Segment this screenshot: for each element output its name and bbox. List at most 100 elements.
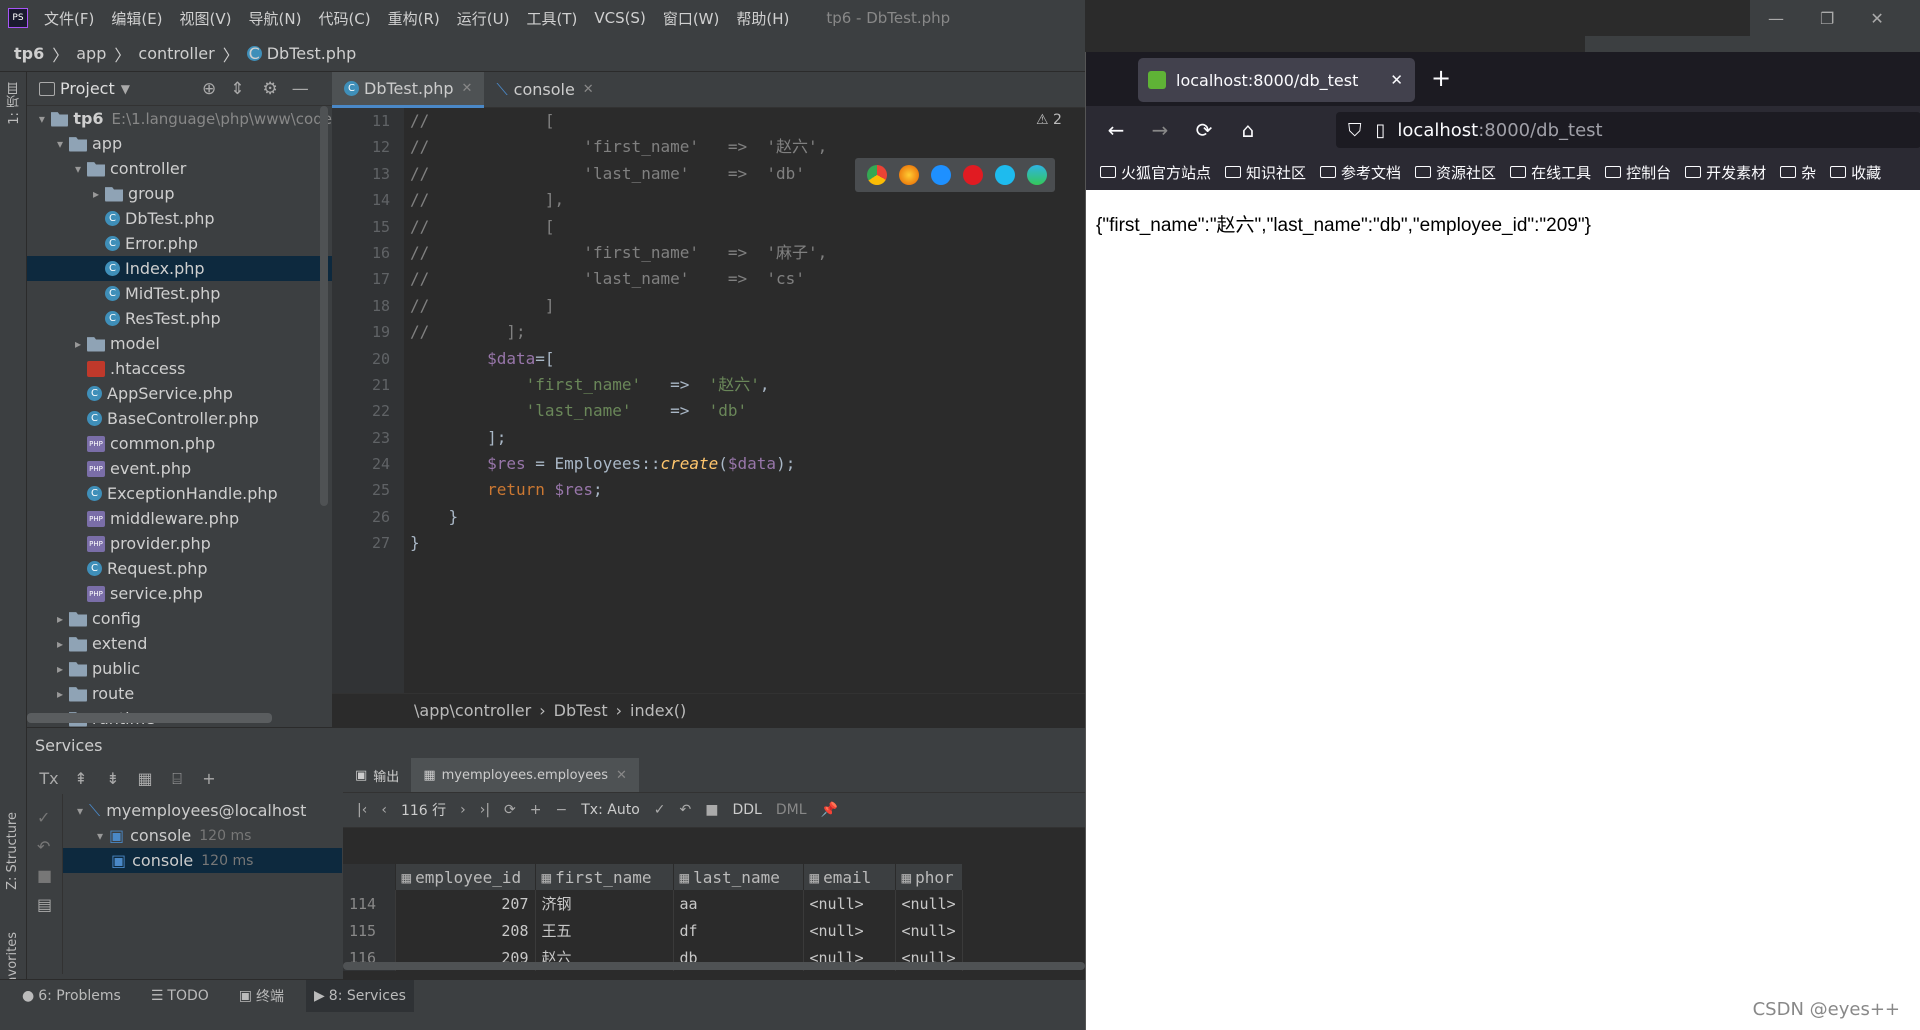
code-editor[interactable]: 11 12 13 14 15 16 17 18 19 20 21 22 23 24 25 26 27 // [/… [332,108,1085,693]
tree-node[interactable]: C ExceptionHandle.php [27,481,332,506]
result-grid[interactable]: ▦ employee_id ▦ first_name ▦ last_name ▦ email ▦… [343,864,963,971]
tab-console[interactable]: ⟍ console ✕ [484,72,605,108]
hide-icon[interactable]: — [292,79,309,99]
warning-count[interactable]: ⚠ 2 [1036,112,1062,128]
tree-node[interactable]: ▾ controller [27,156,332,181]
column-header[interactable]: ▦ employee_id [395,864,536,890]
tree-node[interactable]: C DbTest.php [27,206,332,231]
bookmark[interactable]: 资源社区 [1415,162,1496,183]
chevron-down-icon[interactable]: ▾ [91,829,109,843]
filter-icon[interactable]: ⌸ [167,769,187,789]
collapse-all-icon[interactable]: ⇟ [103,769,123,789]
edge-icon[interactable] [1027,165,1047,185]
stop-icon[interactable]: ■ [705,802,718,818]
undo-icon[interactable]: ↶ [37,837,62,856]
table-cell[interactable]: 208 [395,917,536,944]
table-row[interactable]: 115 208 王五 df <null> <null> [343,917,963,944]
menu-item[interactable]: 代码(C) [318,8,370,29]
bookmark[interactable]: 在线工具 [1510,162,1591,183]
column-header[interactable]: ▦ phor [895,864,963,890]
code-line[interactable]: $data=[ [410,346,827,372]
bc-method[interactable]: index() [630,701,686,720]
grid-scrollbar[interactable] [343,962,1085,970]
tab-table[interactable]: ▦ myemployees.employees ✕ [411,758,639,792]
services-button[interactable]: ▶ 8: Services [306,979,414,1013]
code-line[interactable]: // [ [410,108,827,134]
code-line[interactable]: // [ [410,214,827,240]
menu-item[interactable]: 窗口(W) [663,8,720,29]
service-node[interactable]: ▾ ▣ console 120 ms [63,823,342,848]
tree-node[interactable]: PHP service.php [27,581,332,606]
tree-node[interactable]: C Request.php [27,556,332,581]
tree-node[interactable]: ▸ route [27,681,332,706]
rollback-icon[interactable]: ↶ [680,802,692,818]
code-line[interactable]: 'first_name' => '赵六', [410,372,827,398]
bookmark[interactable]: 知识社区 [1225,162,1306,183]
row-count[interactable]: 116 行 [401,800,446,820]
address-bar[interactable]: ⛉ ▯ localhost:8000/db_test [1336,112,1920,148]
project-title[interactable]: Project [60,79,115,98]
bookmark[interactable]: 参考文档 [1320,162,1401,183]
new-tab-icon[interactable]: + [1431,64,1451,92]
code-line[interactable]: // ], [410,187,827,213]
code-line[interactable]: // 'last_name' => 'db' [410,161,827,187]
gear-icon[interactable]: ⚙ [262,79,277,99]
remove-row-icon[interactable]: − [556,802,568,818]
tree-node[interactable]: ▸ model [27,331,332,356]
close-window-icon[interactable]: ✕ [1870,9,1883,28]
shield-icon[interactable]: ⛉ [1348,120,1362,141]
menu-item[interactable]: 帮助(H) [736,8,789,29]
code-line[interactable]: // 'last_name' => 'cs' [410,266,827,292]
code-line[interactable]: // ]; [410,319,827,345]
home-icon[interactable]: ⌂ [1234,118,1262,142]
opera-icon[interactable] [963,165,983,185]
table-cell[interactable]: <null> [895,890,963,917]
table-cell[interactable]: <null> [803,917,896,944]
column-header[interactable]: ▦ first_name [535,864,674,890]
close-icon[interactable]: ✕ [462,81,473,96]
chevron-right-icon[interactable]: ▸ [51,637,69,651]
bc-namespace[interactable]: \app\controller [414,701,531,720]
pin-icon[interactable]: 📌 [821,802,838,818]
tree-node[interactable]: .htaccess [27,356,332,381]
chevron-down-icon[interactable]: ▾ [33,112,51,126]
chrome-icon[interactable] [867,165,887,185]
tree-node[interactable]: ▸ config [27,606,332,631]
table-cell[interactable]: 王五 [535,917,674,944]
tree-node[interactable]: PHP common.php [27,431,332,456]
ddl-button[interactable]: DDL [732,802,761,818]
tree-node[interactable]: ▸ extend [27,631,332,656]
tree-root[interactable]: ▾ tp6 E:\1.language\php\www\code [27,106,332,131]
prev-page-icon[interactable]: ‹ [381,802,387,818]
restore-icon[interactable]: ❐ [1820,9,1834,28]
commit-icon[interactable]: ✓ [654,802,666,818]
bookmark[interactable]: 开发素材 [1685,162,1766,183]
tree-node[interactable]: PHP middleware.php [27,506,332,531]
expand-all-icon[interactable]: ⇞ [71,769,91,789]
add-row-icon[interactable]: + [530,802,542,818]
chevron-down-icon[interactable]: ▾ [71,804,89,818]
tree-node[interactable]: PHP event.php [27,456,332,481]
last-page-icon[interactable]: ›| [480,802,490,818]
reload-icon[interactable]: ⟳ [1190,118,1218,142]
crumb-controller[interactable]: controller [138,44,214,63]
menu-item[interactable]: 文件(F) [44,8,94,29]
close-icon[interactable]: ✕ [616,768,627,783]
ie-icon[interactable] [995,165,1015,185]
tree-node[interactable]: ▸ group [27,181,332,206]
chevron-right-icon[interactable]: ▸ [51,687,69,701]
stop-icon[interactable]: ■ [37,866,62,885]
code-line[interactable]: // ] [410,293,827,319]
firefox-icon[interactable] [899,165,919,185]
chevron-right-icon[interactable]: ▸ [51,662,69,676]
group-icon[interactable]: ▦ [135,769,155,789]
code-line[interactable]: 'last_name' => 'db' [410,398,827,424]
layout-icon[interactable]: ▤ [37,895,62,914]
tree-node[interactable]: C MidTest.php [27,281,332,306]
tree-node[interactable]: C ResTest.php [27,306,332,331]
add-icon[interactable]: + [199,769,219,789]
tx-mode[interactable]: Tx: Auto [581,802,640,818]
table-row[interactable]: 114 207 济钢 aa <null> <null> [343,890,963,917]
tx-icon[interactable]: Tx [39,769,59,789]
horizontal-scrollbar[interactable] [27,713,272,723]
